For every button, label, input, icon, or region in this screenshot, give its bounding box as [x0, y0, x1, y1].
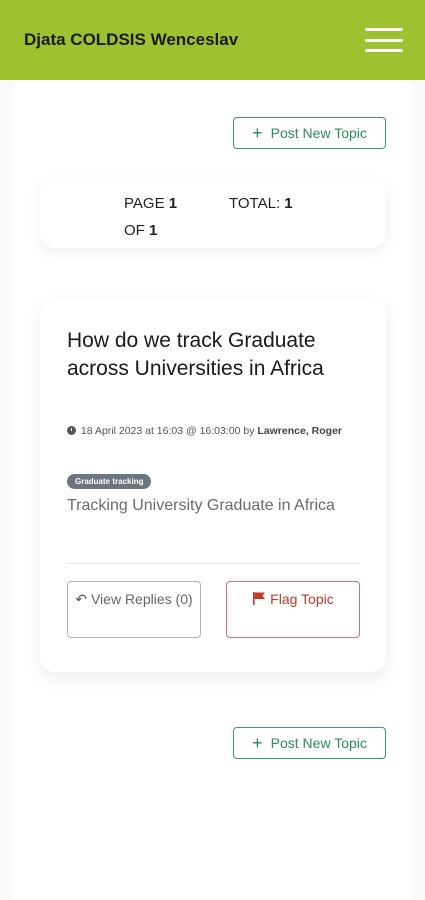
view-replies-button[interactable]: ↶ View Replies (0)	[67, 581, 201, 638]
topic-description: Tracking University Graduate in Africa	[67, 497, 335, 514]
topic-title: How do we track Graduate across Universi…	[67, 329, 324, 380]
hamburger-icon[interactable]	[365, 28, 403, 52]
topic-meta: 18 April 2023 at 16:03 @ 16:03:00 by Law…	[67, 418, 357, 444]
post-new-topic-label: Post New Topic	[270, 735, 367, 751]
divider	[67, 563, 360, 564]
topic-card: How do we track Graduate across Universi…	[40, 300, 386, 672]
flag-topic-button[interactable]: Flag Topic	[226, 581, 360, 638]
reply-icon: ↶	[75, 591, 88, 607]
topic-tag-badge[interactable]: Graduate tracking	[67, 474, 152, 489]
total-indicator: TOTAL: 1	[229, 195, 293, 212]
view-replies-label: View Replies (0)	[90, 591, 193, 607]
plus-icon: +	[252, 123, 263, 143]
flag-icon	[253, 592, 266, 605]
plus-icon: +	[252, 733, 263, 753]
page-indicator: PAGE 1 OF 1	[124, 195, 178, 239]
pagination-card: PAGE 1 OF 1 TOTAL: 1	[40, 178, 386, 248]
post-new-topic-button-top[interactable]: + Post New Topic	[233, 117, 386, 149]
topic-date: 18 April 2023 at 16:03 @ 16:03:00	[80, 425, 241, 437]
topic-author: Lawrence, Roger	[257, 425, 343, 437]
flag-topic-label: Flag Topic	[270, 591, 334, 607]
post-new-topic-button-bottom[interactable]: + Post New Topic	[233, 727, 386, 759]
post-new-topic-label: Post New Topic	[270, 125, 367, 141]
by-label: by	[243, 425, 255, 437]
app-title: Djata COLDSIS Wenceslav	[24, 30, 239, 49]
app-header: Djata COLDSIS Wenceslav	[0, 0, 425, 80]
clock-icon	[67, 426, 76, 435]
